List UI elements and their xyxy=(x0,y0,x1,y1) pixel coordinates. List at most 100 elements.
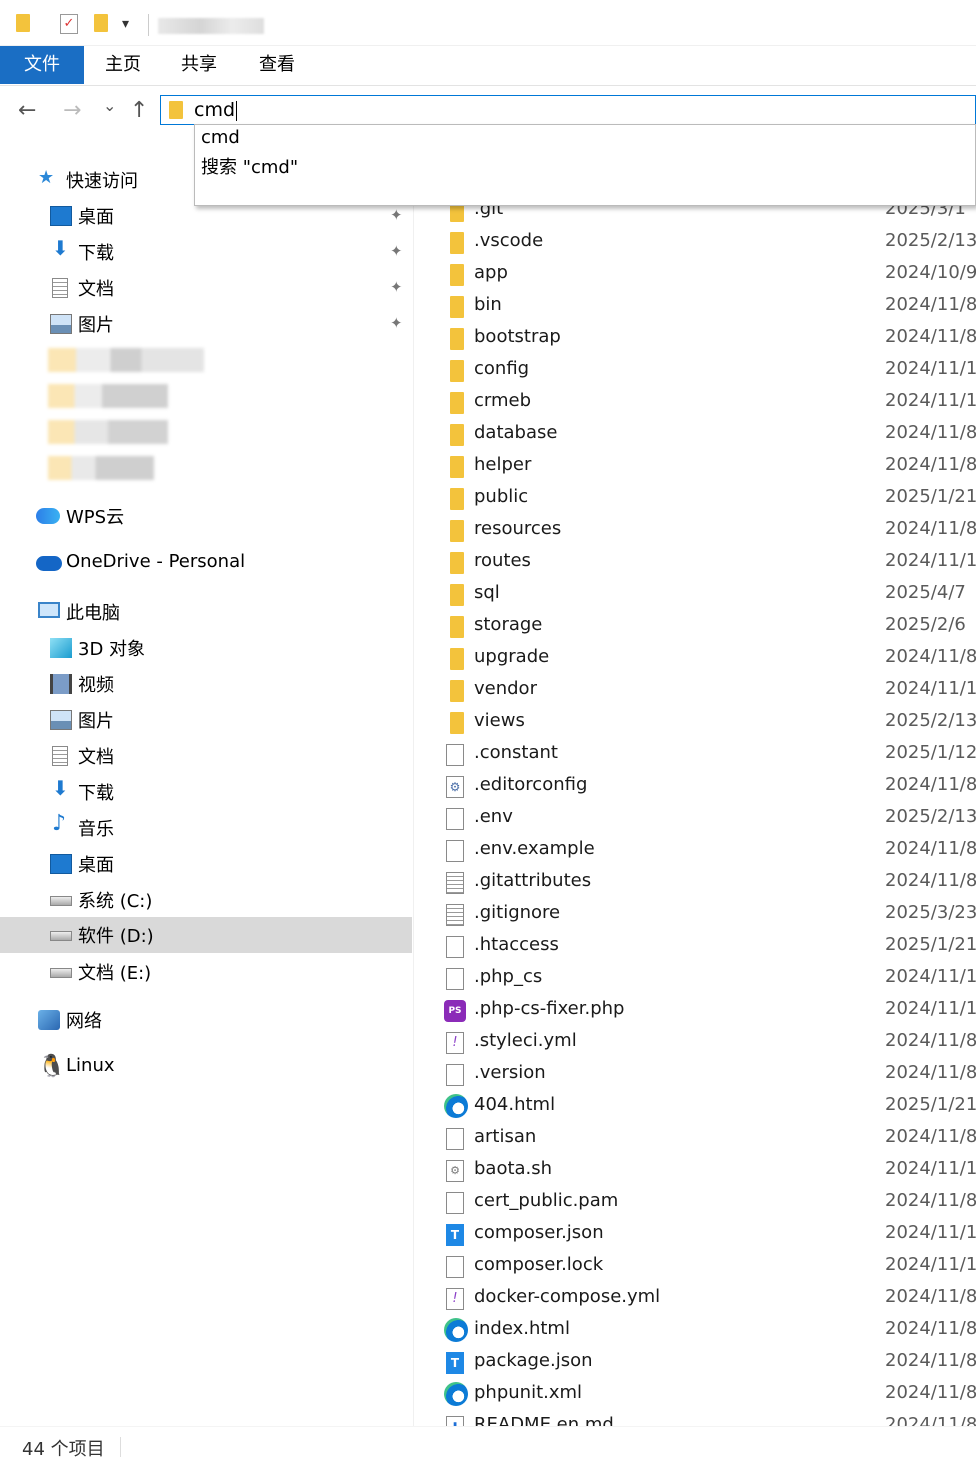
file-row[interactable]: upgrade 2024/11/8 xyxy=(414,642,976,674)
nav-wps-cloud[interactable]: WPS云 xyxy=(0,498,412,534)
file-row[interactable]: index.html 2024/11/8 xyxy=(414,1314,976,1346)
file-date-modified: 2024/11/8 xyxy=(885,326,976,347)
address-input[interactable]: cmd xyxy=(194,99,238,121)
file-row[interactable]: artisan 2024/11/8 xyxy=(414,1122,976,1154)
file-row[interactable]: crmeb 2024/11/1 xyxy=(414,386,976,418)
nav-downloads[interactable]: ⬇ 下载 xyxy=(0,774,412,810)
file-row[interactable]: helper 2024/11/8 xyxy=(414,450,976,482)
nav-music[interactable]: ♪ 音乐 xyxy=(0,810,412,846)
folder-icon xyxy=(450,456,464,478)
autocomplete-search-item[interactable]: 搜索 "cmd" xyxy=(201,153,298,179)
tab-share[interactable]: 共享 xyxy=(166,46,232,84)
file-name: views xyxy=(474,710,525,731)
file-date-modified: 2025/2/13 xyxy=(885,230,976,251)
file-row[interactable]: database 2024/11/8 xyxy=(414,418,976,450)
file-row[interactable]: .constant 2025/1/12 xyxy=(414,738,976,770)
file-row[interactable]: public 2025/1/21 xyxy=(414,482,976,514)
file-date-modified: 2024/11/1 xyxy=(885,358,976,379)
redacted-folder[interactable] xyxy=(48,348,204,372)
address-bar[interactable]: cmd xyxy=(160,95,976,125)
nav-documents[interactable]: 文档 xyxy=(0,738,412,774)
redacted-folder[interactable] xyxy=(48,384,168,408)
nav-drive-c[interactable]: 系统 (C:) xyxy=(0,882,412,918)
file-row[interactable]: bin 2024/11/8 xyxy=(414,290,976,322)
back-arrow-icon[interactable]: ← xyxy=(18,98,36,123)
folder-icon xyxy=(450,520,464,542)
file-row[interactable]: ⚙ .editorconfig 2024/11/8 xyxy=(414,770,976,802)
autocomplete-item[interactable]: cmd xyxy=(201,127,240,148)
nav-3d-objects[interactable]: 3D 对象 xyxy=(0,630,412,666)
file-row[interactable]: .version 2024/11/8 xyxy=(414,1058,976,1090)
folder-icon xyxy=(450,584,464,606)
nav-network[interactable]: 网络 xyxy=(0,1002,412,1038)
file-row[interactable]: Tcomposer.json 2024/11/1 xyxy=(414,1218,976,1250)
file-name: app xyxy=(474,262,508,283)
redacted-folder[interactable] xyxy=(48,456,154,480)
new-folder-icon[interactable] xyxy=(94,14,108,32)
pin-icon[interactable]: ✦ xyxy=(390,242,403,260)
onedrive-cloud-icon xyxy=(36,556,62,571)
file-row[interactable]: storage 2025/2/6 xyxy=(414,610,976,642)
nav-label: 网络 xyxy=(66,1011,102,1032)
up-arrow-icon[interactable]: ↑ xyxy=(130,98,148,123)
file-row[interactable]: ⬇ README.en.md 2024/11/8 xyxy=(414,1410,976,1426)
file-row[interactable]: Tpackage.json 2024/11/8 xyxy=(414,1346,976,1378)
file-date-modified: 2025/2/13 xyxy=(885,806,976,827)
file-row[interactable]: .htaccess 2025/1/21 xyxy=(414,930,976,962)
file-row[interactable]: config 2024/11/1 xyxy=(414,354,976,386)
nav-label: 3D 对象 xyxy=(78,639,146,660)
file-row[interactable]: composer.lock 2024/11/1 xyxy=(414,1250,976,1282)
nav-videos[interactable]: 视频 xyxy=(0,666,412,702)
nav-label: 下载 xyxy=(78,783,114,804)
file-row[interactable]: ! .styleci.yml 2024/11/8 xyxy=(414,1026,976,1058)
file-row[interactable]: resources 2024/11/8 xyxy=(414,514,976,546)
file-row[interactable]: views 2025/2/13 xyxy=(414,706,976,738)
nav-this-pc[interactable]: 此电脑 xyxy=(0,594,412,630)
file-row[interactable]: bootstrap 2024/11/8 xyxy=(414,322,976,354)
file-row[interactable]: .gitattributes 2024/11/8 xyxy=(414,866,976,898)
file-row[interactable]: sql 2025/4/7 xyxy=(414,578,976,610)
nav-pinned-documents[interactable]: 文档 ✦ xyxy=(0,270,412,306)
tab-file[interactable]: 文件 xyxy=(0,46,84,84)
nav-linux[interactable]: 🐧 Linux xyxy=(0,1050,412,1086)
recent-locations-icon[interactable]: ⌄ xyxy=(103,96,116,115)
nav-pictures[interactable]: 图片 xyxy=(0,702,412,738)
file-icon xyxy=(446,968,464,990)
nav-drive-e[interactable]: 文档 (E:) xyxy=(0,954,412,990)
file-row[interactable]: cert_public.pam 2024/11/8 xyxy=(414,1186,976,1218)
file-row[interactable]: ! docker-compose.yml 2024/11/8 xyxy=(414,1282,976,1314)
properties-check-icon[interactable]: ✓ xyxy=(60,14,78,34)
nav-onedrive[interactable]: OneDrive - Personal xyxy=(0,546,412,582)
folder-icon xyxy=(450,616,464,638)
nav-desktop[interactable]: 桌面 xyxy=(0,846,412,882)
redacted-folder[interactable] xyxy=(48,420,168,444)
file-row[interactable]: 404.html 2025/1/21 xyxy=(414,1090,976,1122)
pin-icon[interactable]: ✦ xyxy=(390,278,403,296)
folder-icon xyxy=(450,232,464,254)
file-row[interactable]: PS .php-cs-fixer.php 2024/11/1 xyxy=(414,994,976,1026)
file-row[interactable]: phpunit.xml 2024/11/8 xyxy=(414,1378,976,1410)
file-row[interactable]: .gitignore 2025/3/23 xyxy=(414,898,976,930)
pin-icon[interactable]: ✦ xyxy=(390,314,403,332)
dropdown-arrow-icon[interactable]: ▾ xyxy=(122,16,129,32)
file-row[interactable]: app 2024/10/9 xyxy=(414,258,976,290)
tab-view[interactable]: 查看 xyxy=(244,46,310,84)
nav-pinned-pictures[interactable]: 图片 ✦ xyxy=(0,306,412,342)
file-row[interactable]: .env 2025/2/13 xyxy=(414,802,976,834)
file-row[interactable]: routes 2024/11/1 xyxy=(414,546,976,578)
nav-drive-d[interactable]: 软件 (D:) xyxy=(0,917,412,953)
file-name: public xyxy=(474,486,529,507)
file-row[interactable]: ⚙ baota.sh 2024/11/1 xyxy=(414,1154,976,1186)
tab-home[interactable]: 主页 xyxy=(90,46,156,84)
nav-pinned-downloads[interactable]: ⬇ 下载 ✦ xyxy=(0,234,412,270)
pin-icon[interactable]: ✦ xyxy=(390,206,403,224)
config-file-icon: ⚙ xyxy=(446,776,464,798)
text-file-icon xyxy=(446,904,464,926)
desktop-icon xyxy=(50,206,72,226)
file-row[interactable]: .vscode 2025/2/13 xyxy=(414,226,976,258)
forward-arrow-icon[interactable]: → xyxy=(63,98,81,123)
file-icon xyxy=(446,1256,464,1278)
file-row[interactable]: .php_cs 2024/11/1 xyxy=(414,962,976,994)
file-row[interactable]: vendor 2024/11/1 xyxy=(414,674,976,706)
file-row[interactable]: .env.example 2024/11/8 xyxy=(414,834,976,866)
